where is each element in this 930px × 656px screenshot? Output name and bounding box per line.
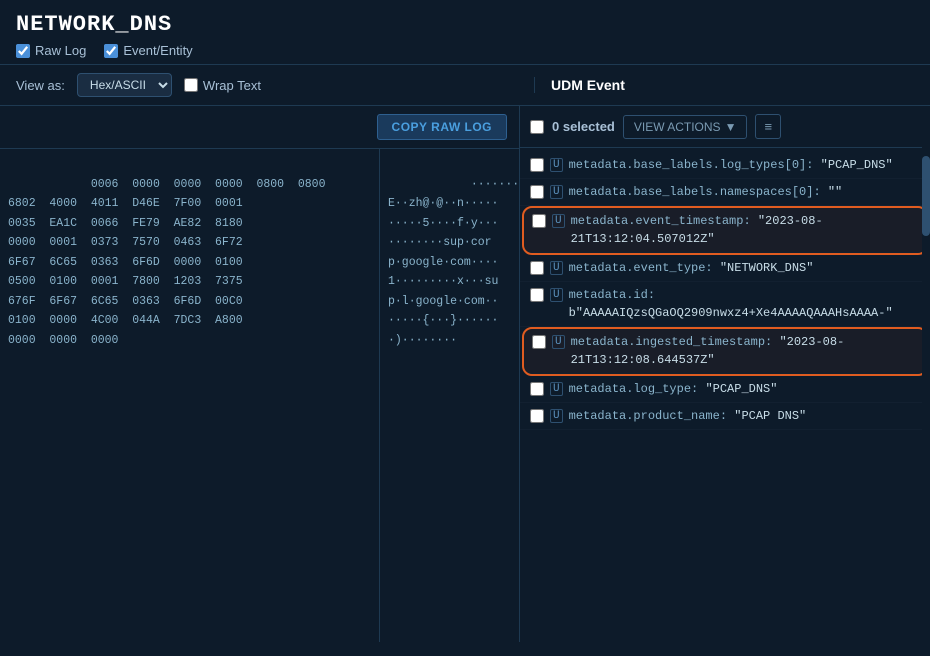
right-toolbar: 0 selected VIEW ACTIONS ▼ ≡ [520,106,930,148]
scrollbar-thumb[interactable] [922,156,930,236]
view-actions-label: VIEW ACTIONS [634,120,721,134]
udm-type-icon-0: U [550,158,563,172]
select-all-checkbox[interactable] [530,120,544,134]
udm-value-5: "2023-08-21T13:12:08.644537Z" [571,335,845,367]
udm-checkbox-3[interactable] [530,261,544,275]
event-entity-label: Event/Entity [123,43,192,58]
header: NETWORK_DNS Raw Log Event/Entity [0,0,930,65]
selected-count: 0 selected [552,119,615,134]
udm-type-icon-7: U [550,409,563,423]
udm-type-icon-6: U [550,382,563,396]
udm-item-log-types: U metadata.base_labels.log_types[0]: "PC… [520,152,930,179]
wrap-text-text: Wrap Text [203,78,261,93]
udm-value-6: "PCAP_DNS" [705,382,777,396]
scrollbar-track[interactable] [922,146,930,642]
wrap-text-label[interactable]: Wrap Text [184,78,261,93]
udm-text-6: metadata.log_type: "PCAP_DNS" [569,380,920,398]
udm-text-4: metadata.id: b"AAAAAIQzsQGaOQ2909nwxz4+X… [569,286,920,322]
hex-row-1: 0006 0000 0000 0000 0800 0800 6802 4000 … [8,178,325,347]
udm-value-1: "" [828,185,842,199]
udm-item-product-name: U metadata.product_name: "PCAP DNS" [520,403,930,430]
udm-checkbox-7[interactable] [530,409,544,423]
udm-type-icon-3: U [550,261,563,275]
udm-value-7: "PCAP DNS" [734,409,806,423]
udm-header: UDM Event [534,77,914,93]
raw-log-checkbox-label[interactable]: Raw Log [16,43,86,58]
udm-text-3: metadata.event_type: "NETWORK_DNS" [569,259,920,277]
view-actions-chevron-icon: ▼ [725,120,737,134]
udm-value-2: "2023-08-21T13:12:04.507012Z" [571,214,823,246]
left-panel-inner: COPY RAW LOG 0006 0000 0000 0000 0800 08… [0,106,519,642]
udm-text-5: metadata.ingested_timestamp: "2023-08-21… [571,333,918,369]
left-toolbar: COPY RAW LOG [0,106,519,149]
main-content: COPY RAW LOG 0006 0000 0000 0000 0800 08… [0,106,930,642]
filter-button[interactable]: ≡ [755,114,781,139]
right-panel: 0 selected VIEW ACTIONS ▼ ≡ U metadata.b… [520,106,930,642]
copy-raw-log-button[interactable]: COPY RAW LOG [377,114,507,140]
filter-checkboxes: Raw Log Event/Entity [16,43,914,58]
udm-item-log-type: U metadata.log_type: "PCAP_DNS" [520,376,930,403]
left-panel: COPY RAW LOG 0006 0000 0000 0000 0800 08… [0,106,520,642]
page-title: NETWORK_DNS [16,12,914,37]
udm-list: U metadata.base_labels.log_types[0]: "PC… [520,148,930,642]
udm-type-icon-4: U [550,288,563,302]
view-as-select[interactable]: Hex/ASCII Text Hex [77,73,172,97]
hex-column: 0006 0000 0000 0000 0800 0800 6802 4000 … [0,149,379,642]
udm-text-1: metadata.base_labels.namespaces[0]: "" [569,183,920,201]
udm-item-ingested-timestamp: U metadata.ingested_timestamp: "2023-08-… [524,329,926,374]
udm-value-0: "PCAP_DNS" [821,158,893,172]
udm-checkbox-0[interactable] [530,158,544,172]
udm-value-4: b"AAAAAIQzsQGaOQ2909nwxz4+Xe4AAAAQAAAHsA… [569,306,893,320]
udm-type-icon-2: U [552,214,565,228]
hex-ascii-area: 0006 0000 0000 0000 0800 0800 6802 4000 … [0,149,519,642]
udm-checkbox-6[interactable] [530,382,544,396]
event-entity-checkbox[interactable] [104,44,118,58]
event-entity-checkbox-label[interactable]: Event/Entity [104,43,192,58]
main-toolbar: View as: Hex/ASCII Text Hex Wrap Text UD… [0,65,930,106]
udm-checkbox-4[interactable] [530,288,544,302]
udm-item-event-type: U metadata.event_type: "NETWORK_DNS" [520,255,930,282]
udm-text-7: metadata.product_name: "PCAP DNS" [569,407,920,425]
udm-value-3: "NETWORK_DNS" [720,261,814,275]
udm-text-2: metadata.event_timestamp: "2023-08-21T13… [571,212,918,248]
ascii-column: ················ E··zh@·@··n····· ·····5… [379,149,519,642]
udm-checkbox-2[interactable] [532,214,546,228]
view-as-label: View as: [16,78,65,93]
udm-item-id: 2 U metadata.id: b"AAAAAIQzsQGaOQ2909nwx… [520,282,930,327]
app-container: NETWORK_DNS Raw Log Event/Entity View as… [0,0,930,642]
raw-log-checkbox[interactable] [16,44,30,58]
view-actions-button[interactable]: VIEW ACTIONS ▼ [623,115,748,139]
filter-icon: ≡ [764,119,772,134]
udm-checkbox-5[interactable] [532,335,546,349]
ascii-row-1: ················ E··zh@·@··n····· ·····5… [388,178,519,347]
wrap-text-checkbox[interactable] [184,78,198,92]
udm-checkbox-1[interactable] [530,185,544,199]
udm-item-namespaces: U metadata.base_labels.namespaces[0]: "" [520,179,930,206]
udm-type-icon-1: U [550,185,563,199]
udm-item-event-timestamp: 1 U metadata.event_timestamp: "2023-08-2… [524,208,926,253]
udm-text-0: metadata.base_labels.log_types[0]: "PCAP… [569,156,920,174]
udm-type-icon-5: U [552,335,565,349]
raw-log-label: Raw Log [35,43,86,58]
